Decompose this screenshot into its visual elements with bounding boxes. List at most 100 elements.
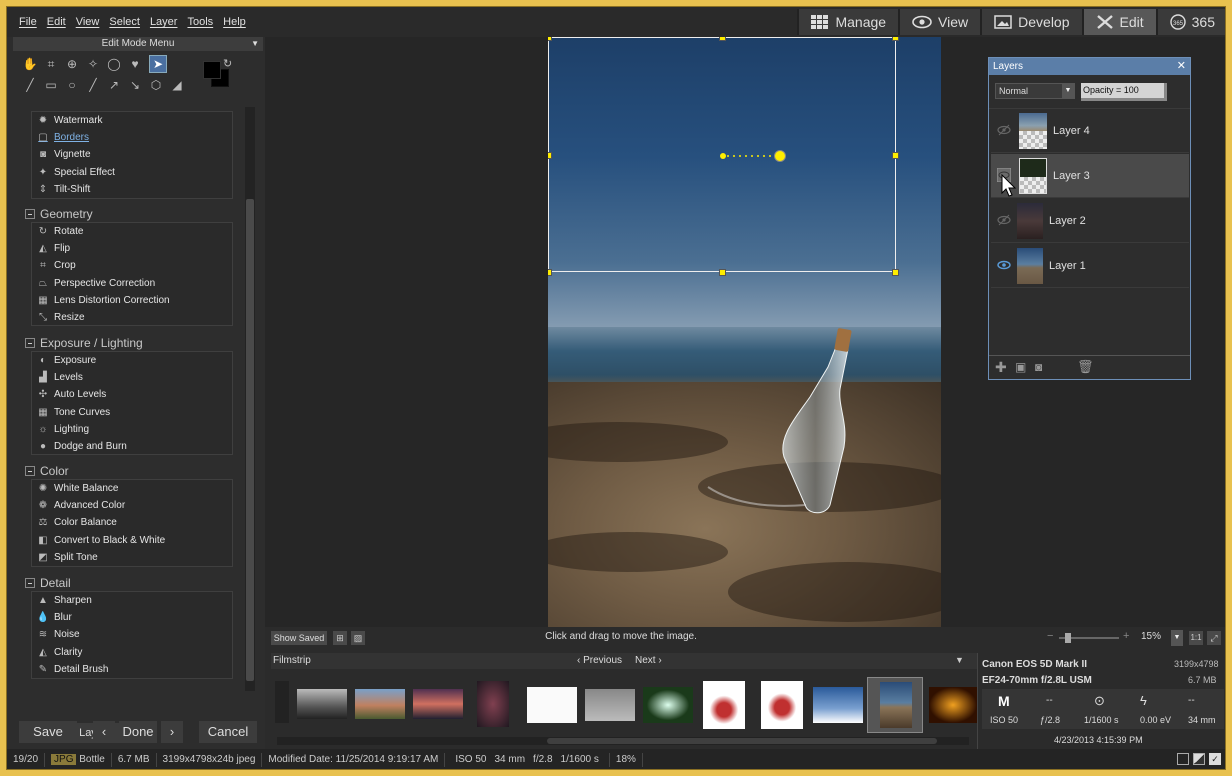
zoom-in-icon[interactable]: + [1123,630,1129,642]
next-image-button[interactable]: › [161,721,183,743]
special-effect-item[interactable]: ✦ Special Effect [32,164,232,181]
watermark-item[interactable]: ✹ Watermark [32,112,232,129]
menu-tools[interactable]: Tools [187,16,213,28]
tone-curves-item[interactable]: ▦ Tone Curves [32,404,232,421]
develop-mode-button[interactable]: Develop [980,9,1082,35]
eraser-icon[interactable]: ◢ [168,76,186,94]
eye-hidden-icon[interactable] [997,123,1011,137]
manage-mode-button[interactable]: Manage [797,9,899,35]
filmstrip-thumb[interactable] [477,681,509,727]
resize-handle[interactable] [892,152,899,159]
selection-move-icon[interactable]: ➤ [149,55,167,73]
smart-select-icon[interactable]: ♥ [126,55,144,73]
eye-visible-icon[interactable] [997,258,1011,272]
crop-item[interactable]: ⌗ Crop [32,257,232,274]
tilt-shift-item[interactable]: ⇕ Tilt-Shift [32,181,232,198]
transform-tool-icon[interactable]: ⌗ [42,55,60,73]
color-balance-item[interactable]: ⚖ Color Balance [32,514,232,531]
foreground-color-swatch[interactable] [203,61,221,79]
zoom-dropdown[interactable]: ▼ [1171,630,1183,646]
menu-select[interactable]: Select [109,16,140,28]
duplicate-layer-icon[interactable]: ▣ [1015,360,1026,374]
resize-handle[interactable] [719,37,726,41]
split-tone-item[interactable]: ◩ Split Tone [32,549,232,566]
exposure-group-title[interactable]: Exposure / Lighting [25,336,143,350]
levels-item[interactable]: ▟ Levels [32,369,232,386]
rotation-handle[interactable] [717,148,797,164]
detail-brush-item[interactable]: ✎ Detail Brush [32,661,232,678]
lasso-icon[interactable]: ◯ [105,55,123,73]
resize-handle[interactable] [892,37,899,41]
done-button[interactable]: Done [119,721,157,743]
dodge-and-burn-item[interactable]: ● Dodge and Burn [32,438,232,455]
view-mode-button[interactable]: View [898,9,981,35]
menu-view[interactable]: View [76,16,100,28]
edit-mode-menu[interactable]: Edit Mode Menu ▼ [13,37,263,51]
swap-colors-icon[interactable]: ↻ [223,57,232,70]
color-swatches[interactable]: ↻ [201,57,235,93]
lens-distortion-item[interactable]: ▦ Lens Distortion Correction [32,292,232,309]
fit-to-window-button[interactable]: ⤢ [1207,631,1221,645]
close-icon[interactable]: ✕ [1177,58,1186,75]
trash-icon[interactable]: 🗑 [1077,359,1094,375]
layer-row-4[interactable]: Layer 4 [991,109,1189,153]
ellipse-select-icon[interactable]: ○ [63,76,81,94]
scroll-thumb[interactable] [246,199,254,681]
menu-edit[interactable]: Edit [47,16,66,28]
eyedropper-icon[interactable]: ╱ [21,76,39,94]
filmstrip-thumb[interactable] [929,687,977,723]
white-balance-item[interactable]: ✺ White Balance [32,480,232,497]
menu-layer[interactable]: Layer [150,16,178,28]
rectangle-select-icon[interactable]: ▭ [42,76,60,94]
sharpen-item[interactable]: ▲ Sharpen [32,592,232,609]
move-tool-icon[interactable]: ⊕ [63,55,81,73]
filmstrip-thumb[interactable] [761,681,803,729]
menu-help[interactable]: Help [223,16,246,28]
tools-scrollbar[interactable] [245,107,255,691]
filmstrip-thumb-selected[interactable] [867,677,923,733]
polygon-tool-icon[interactable]: ⬡ [147,76,165,94]
polyline-tool-icon[interactable]: ↘ [126,76,144,94]
perspective-correction-item[interactable]: ⏢ Perspective Correction [32,275,232,292]
layer-row-3[interactable]: Layer 3 [991,154,1189,198]
layers-title-bar[interactable]: Layers ✕ [989,58,1190,75]
filmstrip-thumb[interactable] [297,689,347,719]
layer-row-1[interactable]: Layer 1 [991,244,1189,288]
add-layer-icon[interactable]: ✚ [995,359,1007,376]
blend-mode-select[interactable]: Normal ▼ [995,83,1075,99]
lighting-item[interactable]: ☼ Lighting [32,421,232,438]
single-view-icon[interactable] [1177,753,1189,765]
geometry-group-title[interactable]: Geometry [25,207,93,221]
resize-handle[interactable] [548,152,552,159]
actual-size-button[interactable]: 1:1 [1189,631,1203,645]
split-view-icon[interactable] [1193,753,1205,765]
flip-item[interactable]: ◭ Flip [32,240,232,257]
filmstrip-scrollbar[interactable] [277,737,969,745]
eye-hidden-icon[interactable] [997,213,1011,227]
layer-mask-icon[interactable]: ◙ [1035,360,1042,374]
filmstrip-thumb[interactable] [355,689,405,719]
save-button-bottom[interactable]: Save [19,721,77,743]
detail-group-title[interactable]: Detail [25,576,71,590]
checkmark-icon[interactable]: ✓ [1209,753,1221,765]
resize-handle[interactable] [548,269,552,276]
zoom-slider-thumb[interactable] [1065,633,1071,643]
noise-item[interactable]: ≋ Noise [32,626,232,643]
arrow-tool-icon[interactable]: ↗ [105,76,123,94]
acdsee-365-button[interactable]: 365 365 [1155,9,1225,35]
magic-wand-icon[interactable]: ✧ [84,55,102,73]
hand-tool-icon[interactable]: ✋ [21,55,39,73]
resize-handle[interactable] [719,269,726,276]
filmstrip-thumb[interactable] [813,687,863,723]
convert-bw-item[interactable]: ◧ Convert to Black & White [32,532,232,549]
borders-item[interactable]: ▢ Borders [32,129,232,146]
menu-file[interactable]: File [19,16,37,28]
filmstrip-thumb[interactable] [643,687,693,723]
line-tool-icon[interactable]: ╱ [84,76,102,94]
filmstrip-thumb[interactable] [527,687,577,723]
exposure-item[interactable]: ◐ Exposure [32,352,232,369]
edit-mode-button[interactable]: Edit [1081,9,1156,35]
selection-rectangle[interactable] [548,37,899,276]
zoom-value[interactable]: 15% [1141,631,1161,642]
opacity-field[interactable]: Opacity = 100 [1081,83,1167,101]
